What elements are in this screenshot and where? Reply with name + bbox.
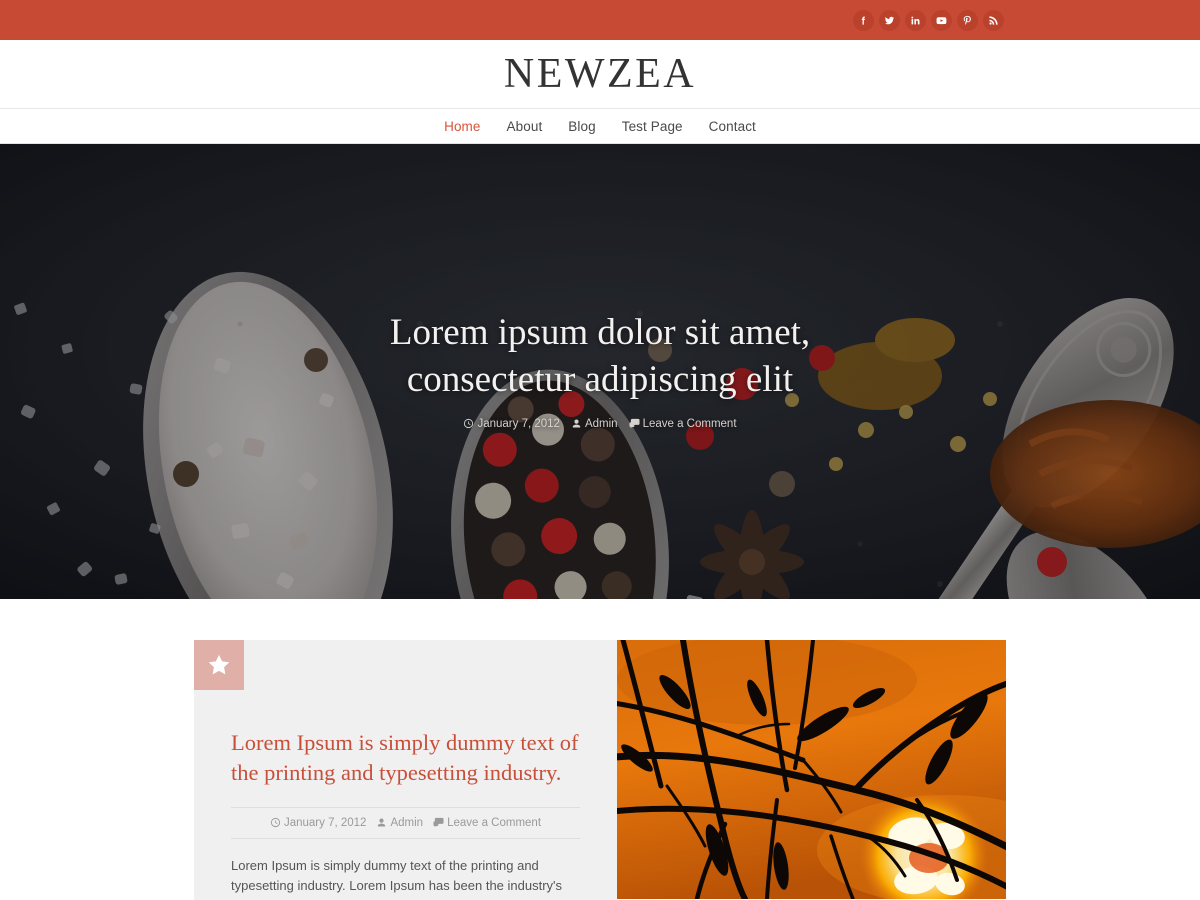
post-excerpt: Lorem Ipsum is simply dummy text of the …	[231, 857, 563, 900]
post-row: Lorem Ipsum is simply dummy text of the …	[194, 640, 1006, 900]
comment-icon	[433, 817, 444, 828]
clock-icon	[463, 418, 474, 429]
hero-entry-meta: January 7, 2012 Admin Leave a Comment	[60, 418, 1140, 430]
social-topbar	[0, 0, 1200, 40]
post-meta-date[interactable]: January 7, 2012	[270, 817, 366, 829]
hero-title-line-2: consectetur adipiscing elit	[406, 359, 794, 401]
user-icon	[376, 817, 387, 828]
post-meta-date-label: January 7, 2012	[283, 816, 367, 829]
hero-meta-comments[interactable]: Leave a Comment	[629, 418, 737, 430]
hero-banner: Lorem ipsum dolor sit amet, consectetur …	[0, 144, 1200, 599]
nav-item-test-page[interactable]: Test Page	[622, 119, 683, 134]
comment-icon	[629, 418, 640, 429]
pinterest-icon[interactable]	[957, 9, 978, 31]
social-links	[853, 9, 1004, 31]
hero-meta-author-label: Admin	[584, 417, 618, 430]
hero-meta-date-label: January 7, 2012	[477, 417, 560, 430]
post-title[interactable]: Lorem Ipsum is simply dummy text of the …	[231, 728, 580, 788]
nav-item-blog[interactable]: Blog	[568, 119, 595, 134]
hero-meta-author[interactable]: Admin	[571, 418, 618, 430]
main-content: Lorem Ipsum is simply dummy text of the …	[0, 599, 1200, 900]
user-icon	[571, 418, 582, 429]
nav-item-contact[interactable]: Contact	[709, 119, 756, 134]
hero-meta-date[interactable]: January 7, 2012	[463, 417, 560, 430]
star-icon	[194, 640, 244, 690]
nav-menu: Home About Blog Test Page Contact	[444, 119, 756, 134]
post-meta-comments[interactable]: Leave a Comment	[433, 817, 541, 829]
clock-icon	[270, 817, 281, 828]
nav-item-home[interactable]: Home	[444, 119, 480, 134]
post-meta-comments-label: Leave a Comment	[447, 816, 542, 829]
site-title[interactable]: NEWZEA	[504, 53, 696, 95]
hero-content: Lorem ipsum dolor sit amet, consectetur …	[0, 309, 1200, 430]
youtube-icon[interactable]	[931, 9, 952, 31]
primary-navigation: Home About Blog Test Page Contact	[0, 108, 1200, 144]
hero-meta-comments-label: Leave a Comment	[642, 417, 737, 430]
site-branding: NEWZEA	[0, 40, 1200, 108]
nav-item-about[interactable]: About	[507, 119, 543, 134]
facebook-icon[interactable]	[853, 9, 874, 31]
post-body: Lorem Ipsum is simply dummy text of the …	[194, 640, 617, 900]
post-meta-author-label: Admin	[390, 816, 424, 829]
post-card: Lorem Ipsum is simply dummy text of the …	[194, 640, 617, 900]
hero-title[interactable]: Lorem ipsum dolor sit amet, consectetur …	[60, 309, 1140, 404]
twitter-icon[interactable]	[879, 9, 900, 31]
linkedin-icon[interactable]	[905, 9, 926, 31]
post-entry-meta: January 7, 2012 Admin Leave a Comment	[231, 806, 580, 839]
post-meta-author[interactable]: Admin	[376, 817, 423, 829]
rss-icon[interactable]	[983, 9, 1004, 31]
post-thumbnail[interactable]	[617, 640, 1006, 899]
hero-title-line-1: Lorem ipsum dolor sit amet,	[389, 312, 811, 353]
